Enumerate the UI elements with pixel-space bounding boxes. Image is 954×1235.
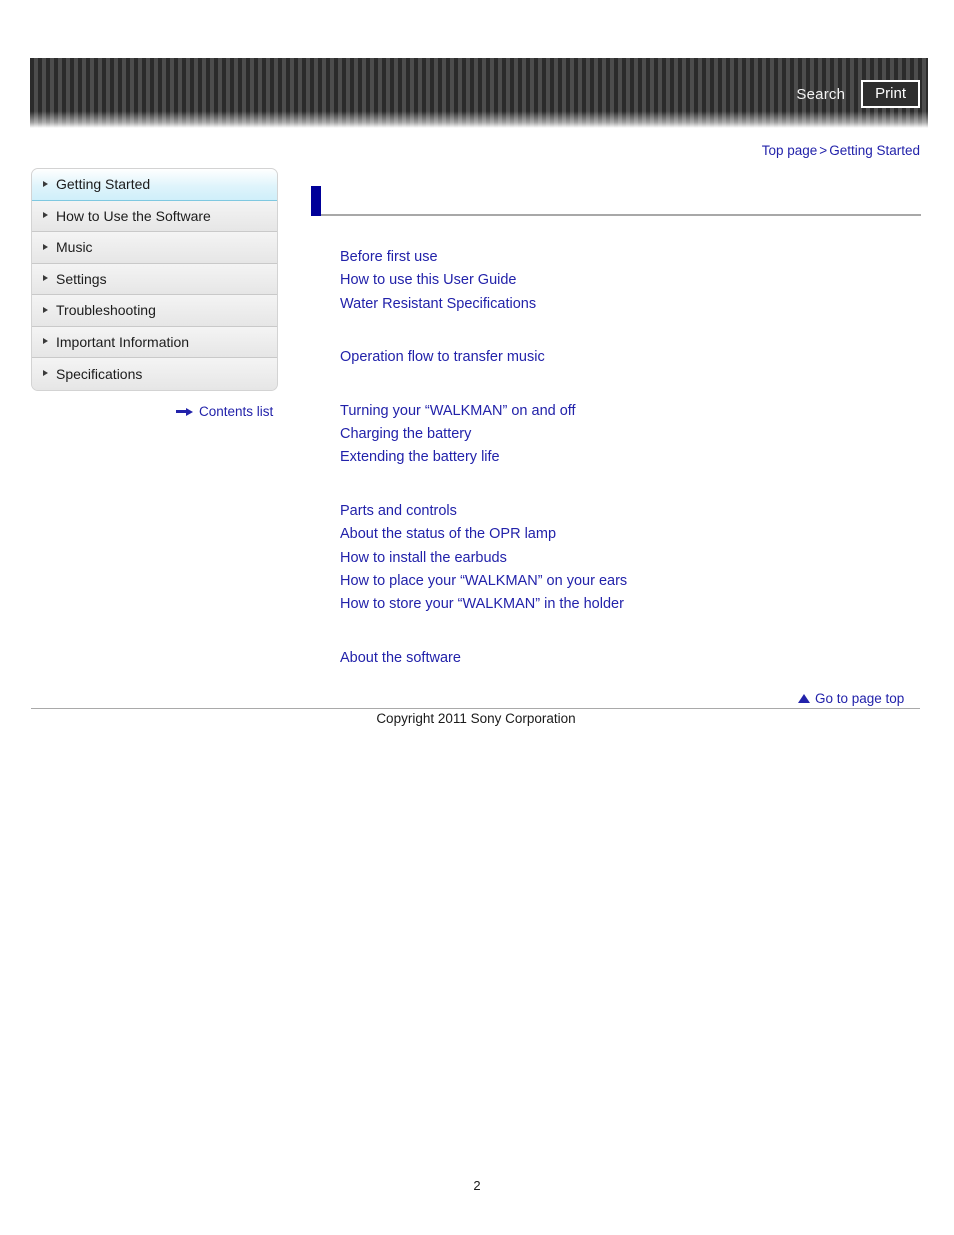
content-link[interactable]: How to place your “WALKMAN” on your ears	[311, 570, 921, 593]
content-link[interactable]: Operation flow to transfer music	[311, 346, 921, 369]
arrow-right-icon	[176, 407, 193, 416]
content-link[interactable]: Parts and controls	[311, 500, 921, 523]
content-link[interactable]: About the software	[311, 647, 921, 670]
sidebar-item-important-information[interactable]: Important Information	[32, 326, 277, 358]
link-group: About the software	[311, 647, 921, 670]
link-group: Operation flow to transfer music	[311, 346, 921, 369]
sidebar-item-settings[interactable]: Settings	[32, 263, 277, 295]
sidebar-item-label: Troubleshooting	[56, 302, 156, 319]
breadcrumb: Top page > Getting Started	[762, 143, 920, 158]
content-link[interactable]: How to install the earbuds	[311, 547, 921, 570]
content-link[interactable]: About the status of the OPR lamp	[311, 523, 921, 546]
sidebar-item-how-to-use-the-software[interactable]: How to Use the Software	[32, 200, 277, 232]
content-link[interactable]: Before first use	[311, 246, 921, 269]
link-group: Parts and controls About the status of t…	[311, 500, 921, 617]
page-title-marker	[311, 186, 321, 216]
triangle-right-icon	[43, 306, 48, 313]
breadcrumb-separator: >	[819, 143, 828, 158]
sidebar-navigation: Getting Started How to Use the Software …	[31, 168, 278, 391]
sidebar-item-label: How to Use the Software	[56, 207, 211, 224]
search-button[interactable]: Search	[796, 87, 845, 102]
contents-list-link[interactable]: Contents list	[176, 404, 273, 419]
content-link[interactable]: Charging the battery	[311, 423, 921, 446]
page-number: 2	[473, 1178, 481, 1193]
sidebar-item-label: Settings	[56, 270, 107, 287]
header-controls: Search Print	[796, 80, 920, 108]
contents-list-label: Contents list	[199, 404, 274, 419]
go-to-page-top-link[interactable]: Go to page top	[798, 691, 904, 706]
triangle-right-icon	[43, 212, 48, 219]
page-title-row	[311, 186, 921, 216]
triangle-up-icon	[798, 694, 810, 703]
sidebar-item-label: Music	[56, 239, 93, 256]
link-group: Turning your “WALKMAN” on and off Chargi…	[311, 400, 921, 470]
user-guide-page: Search Print Top page > Getting Started Ge…	[0, 0, 954, 1235]
copyright-text: Copyright 2011 Sony Corporation	[376, 711, 576, 726]
sidebar-item-label: Important Information	[56, 333, 190, 350]
link-group: Before first use How to use this User Gu…	[311, 246, 921, 316]
breadcrumb-current[interactable]: Getting Started	[829, 143, 920, 158]
footer-divider	[31, 708, 920, 709]
content-link[interactable]: Extending the battery life	[311, 446, 921, 469]
sidebar-item-music[interactable]: Music	[32, 232, 277, 264]
triangle-right-icon	[43, 338, 48, 345]
sidebar-item-getting-started[interactable]: Getting Started	[32, 169, 277, 201]
sidebar-item-specifications[interactable]: Specifications	[32, 358, 277, 390]
triangle-right-icon	[43, 243, 48, 250]
content-link[interactable]: Water Resistant Specifications	[311, 293, 921, 316]
sidebar-item-label: Specifications	[56, 365, 143, 382]
triangle-right-icon	[43, 275, 48, 282]
header-banner: Search Print	[30, 58, 928, 128]
main-content: Before first use How to use this User Gu…	[311, 186, 921, 670]
sidebar-item-troubleshooting[interactable]: Troubleshooting	[32, 295, 277, 327]
sidebar-item-label: Getting Started	[56, 176, 151, 193]
content-link[interactable]: How to store your “WALKMAN” in the holde…	[311, 593, 921, 616]
triangle-right-icon	[43, 370, 48, 377]
page-title	[321, 186, 921, 216]
breadcrumb-top-page[interactable]: Top page	[762, 143, 818, 158]
triangle-right-icon	[43, 180, 48, 187]
content-link[interactable]: Turning your “WALKMAN” on and off	[311, 400, 921, 423]
print-button[interactable]: Print	[861, 80, 920, 108]
go-to-page-top-label: Go to page top	[815, 691, 905, 706]
content-link[interactable]: How to use this User Guide	[311, 269, 921, 292]
